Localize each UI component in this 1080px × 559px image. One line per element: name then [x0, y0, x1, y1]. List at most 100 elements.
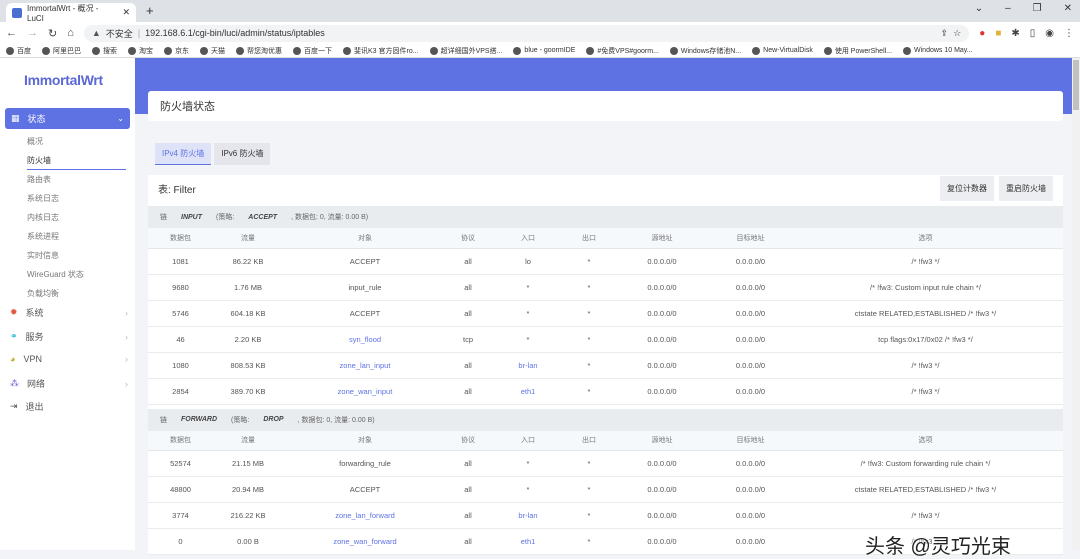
- sidebar-subitem[interactable]: 内核日志: [27, 212, 59, 223]
- sidebar-subitem[interactable]: 概况: [27, 136, 43, 147]
- table-cell: all: [447, 248, 489, 275]
- browser-tab[interactable]: ImmortalWrt - 概况 - LuCI ✕: [6, 3, 136, 23]
- bookmark[interactable]: 百度一下: [293, 46, 332, 56]
- folder-icon[interactable]: ■: [995, 28, 1001, 39]
- table-cell[interactable]: zone_lan_forward: [283, 502, 447, 529]
- new-tab-button[interactable]: +: [146, 3, 154, 18]
- table-cell: 0.0.0.0/0: [611, 528, 713, 555]
- bookmark[interactable]: blue - goormIDE: [513, 46, 575, 55]
- table-cell[interactable]: zone_wan_forward: [283, 528, 447, 555]
- bookmark[interactable]: 京东: [164, 46, 189, 56]
- bookmark[interactable]: 搜索: [92, 46, 117, 56]
- table-cell: /* !fw3: Custom input rule chain */: [788, 274, 1063, 301]
- bookmark-icon: [92, 46, 100, 55]
- sidebar-subitem[interactable]: 路由表: [27, 174, 51, 185]
- bookmark[interactable]: 使用 PowerShell...: [823, 46, 892, 56]
- table-cell: 0.0.0.0/0: [611, 326, 713, 353]
- bookmark[interactable]: New-VirtualDisk: [752, 46, 813, 55]
- minimize-button[interactable]: –: [1005, 3, 1011, 14]
- table-cell: 48800: [148, 476, 213, 503]
- tab-ipv4[interactable]: IPv4 防火墙: [155, 143, 212, 165]
- table-cell: all: [447, 528, 489, 555]
- maximize-button[interactable]: ❐: [1033, 3, 1042, 14]
- table-row: 52574 21.15 MB forwarding_rule all * * 0.0.0.0…: [148, 450, 1063, 477]
- sidebar-item-services[interactable]: ⚭ 服务 ›: [10, 330, 128, 343]
- security-label: 不安全: [105, 28, 133, 39]
- star-icon[interactable]: ☆: [953, 28, 961, 39]
- table-cell: 604.18 KB: [213, 300, 283, 327]
- share-icon[interactable]: ⇪: [941, 28, 949, 39]
- bookmark[interactable]: #免费VPS#goorm...: [586, 46, 659, 56]
- home-icon[interactable]: ⌂: [67, 27, 74, 39]
- bookmark[interactable]: Windows存储池N...: [669, 46, 741, 56]
- policy-label: (策略:: [231, 416, 250, 424]
- tab-ipv6[interactable]: IPv6 防火墙: [214, 143, 271, 165]
- table-cell[interactable]: eth1: [489, 378, 567, 405]
- sidebar-subitem[interactable]: 系统日志: [27, 193, 59, 204]
- sidebar-item-label: 状态: [27, 114, 46, 124]
- bookmark[interactable]: 阿里巴巴: [42, 46, 81, 56]
- table-cell: *: [567, 248, 611, 275]
- scrollbar[interactable]: [1072, 58, 1080, 550]
- sidebar-item-vpn[interactable]: ◕ VPN ›: [10, 354, 128, 364]
- table-cell[interactable]: br-lan: [489, 352, 567, 379]
- restart-firewall-button[interactable]: 重启防火墙: [999, 176, 1053, 201]
- sidepanel-icon[interactable]: ▯: [1030, 28, 1036, 39]
- sidebar-subitem[interactable]: 系统进程: [27, 231, 59, 242]
- menu-icon[interactable]: ⋮: [1064, 28, 1074, 39]
- table-cell[interactable]: eth1: [489, 528, 567, 555]
- table-cell: all: [447, 450, 489, 477]
- sidebar-subitem[interactable]: 实时信息: [27, 250, 59, 261]
- bookmark[interactable]: 斐讯K3 官方固件ro...: [343, 46, 419, 56]
- bookmark-icon: [236, 46, 244, 55]
- table-row: 1080 808.53 KB zone_lan_input all br-lan * 0.0…: [148, 352, 1063, 379]
- bookmark[interactable]: 帮您淘优惠: [236, 46, 282, 56]
- table-cell: all: [447, 378, 489, 405]
- column-header: 目标地址: [713, 430, 788, 451]
- forward-icon[interactable]: →: [27, 27, 38, 39]
- table-cell: /* !fw3 */: [788, 378, 1063, 405]
- sidebar-subitem[interactable]: 负载均衡: [27, 288, 59, 299]
- table-cell[interactable]: syn_flood: [283, 326, 447, 353]
- bookmark[interactable]: 百度: [6, 46, 31, 56]
- table-cell: 46: [148, 326, 213, 353]
- address-bar[interactable]: ▲ 不安全 | 192.168.6.1/cgi-bin/luci/admin/stat…: [83, 24, 970, 42]
- bookmark[interactable]: 超详细国外VPS搭...: [429, 46, 502, 56]
- bookmark[interactable]: Windows 10 May...: [903, 46, 973, 55]
- table-cell[interactable]: zone_lan_input: [283, 352, 447, 379]
- reset-counters-button[interactable]: 复位计数器: [940, 176, 994, 201]
- sidebar-item-status[interactable]: ▦ 状态 ⌄: [5, 108, 130, 129]
- extension-icon[interactable]: ●: [979, 28, 985, 39]
- sidebar-item-system[interactable]: ✹ 系统 ›: [10, 306, 128, 319]
- bookmark[interactable]: 天猫: [200, 46, 225, 56]
- tab-search-icon[interactable]: ⌄: [975, 3, 983, 14]
- table-cell: tcp: [447, 326, 489, 353]
- sidebar-item-network[interactable]: ⁂ 网络 ›: [10, 377, 128, 390]
- table-cell: 1.76 MB: [213, 274, 283, 301]
- link-icon: ⚭: [10, 331, 18, 341]
- puzzle-icon[interactable]: ✱: [1011, 28, 1019, 39]
- bookmark-icon: [6, 46, 14, 55]
- chevron-down-icon: ⌄: [117, 114, 124, 123]
- sidebar-subitem[interactable]: WireGuard 状态: [27, 269, 84, 280]
- bookmark-icon: [42, 46, 50, 55]
- table-cell[interactable]: br-lan: [489, 502, 567, 529]
- logo: ImmortalWrt: [24, 72, 103, 88]
- reload-icon[interactable]: ↻: [48, 27, 57, 40]
- table-cell: 0.0.0.0/0: [611, 450, 713, 477]
- sidebar-item-logout[interactable]: ⇥ 退出: [10, 400, 128, 413]
- bookmark-icon: [586, 46, 595, 55]
- close-tab-icon[interactable]: ✕: [122, 7, 130, 18]
- back-icon[interactable]: ←: [6, 27, 17, 39]
- bookmark-icon: [343, 46, 351, 55]
- chain-header: 链 INPUT (策略: ACCEPT , 数据包: 0, 流量: 0.00 B): [148, 206, 1063, 228]
- table-cell: *: [567, 378, 611, 405]
- table-cell: 2.20 KB: [213, 326, 283, 353]
- close-window-button[interactable]: ✕: [1064, 3, 1072, 14]
- chevron-right-icon: ›: [125, 378, 128, 389]
- table-cell[interactable]: zone_wan_input: [283, 378, 447, 405]
- chain-label: 链: [160, 214, 167, 221]
- bookmark[interactable]: 淘宝: [128, 46, 153, 56]
- sidebar-subitem[interactable]: 防火墙: [27, 155, 126, 170]
- profile-icon[interactable]: ◉: [1045, 28, 1054, 39]
